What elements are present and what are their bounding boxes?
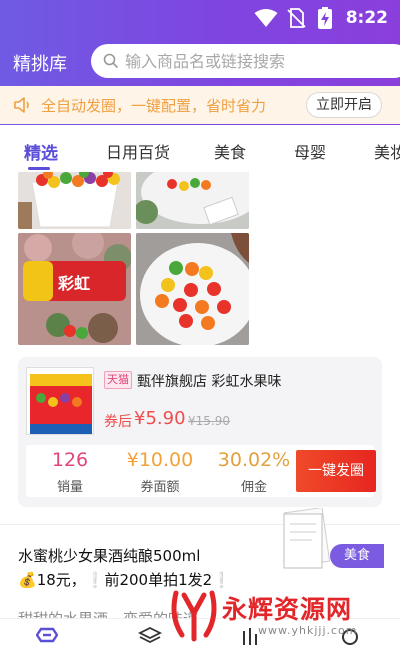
- watermark-text: 永辉资源网: [222, 595, 353, 624]
- post-price: 18元，: [36, 571, 86, 589]
- product-photo[interactable]: [18, 172, 131, 229]
- one-click-share-button[interactable]: 一键发圈: [296, 450, 376, 492]
- battery-charging-icon: [318, 7, 332, 33]
- product-title: 甄伴旗舰店 彩虹水果味: [137, 374, 282, 390]
- commission-label: 佣金: [240, 480, 267, 495]
- sales-count: 126: [51, 449, 89, 471]
- sales-label: 销量: [56, 480, 83, 495]
- product-photo[interactable]: [136, 172, 249, 229]
- product-photo[interactable]: 彩虹: [18, 233, 131, 345]
- header: 精挑库: [0, 40, 400, 84]
- home-nav-icon[interactable]: [35, 627, 59, 647]
- watermark-url: www.yhkjjj.com: [258, 624, 358, 637]
- coupon-price-label: 券后: [104, 414, 132, 430]
- layers-nav-icon[interactable]: [137, 626, 163, 647]
- notice-text: 全自动发圈，一键配置，省时省力: [41, 97, 267, 115]
- post-title: 水蜜桃少女果酒纯酿500ml: [18, 547, 201, 565]
- svg-text:彩虹: 彩虹: [57, 274, 90, 293]
- notice-banner: 全自动发圈，一键配置，省时省力 立即开启: [0, 86, 400, 124]
- watermark-logo: [168, 587, 220, 647]
- search-input[interactable]: [125, 49, 395, 73]
- category-badge: 美食: [330, 544, 384, 568]
- original-price: ¥15.90: [188, 414, 230, 428]
- wifi-icon: [254, 8, 278, 32]
- tab-food[interactable]: 美食: [214, 139, 246, 163]
- search-icon: [103, 53, 119, 73]
- speaker-icon: [13, 96, 33, 118]
- active-tab-indicator: [28, 167, 50, 170]
- product-card[interactable]: 天猫 甄伴旗舰店 彩虹水果味 券后 ¥5.90 ¥15.90 126 销量 ¥1…: [18, 357, 382, 507]
- commission-rate: 30.02%: [217, 449, 291, 471]
- product-stats: 126 销量 ¥10.00 券面额 30.02% 佣金 一键发圈: [26, 445, 376, 497]
- divider: [0, 524, 400, 525]
- no-sim-icon: [286, 8, 306, 32]
- app-title: 精挑库: [13, 54, 67, 75]
- platform-badge: 天猫: [104, 371, 132, 389]
- coupon-value: ¥10.00: [126, 449, 194, 471]
- coupon-price: ¥5.90: [134, 408, 186, 429]
- tab-baby[interactable]: 母婴: [294, 139, 326, 163]
- category-tabs: 精选 日用百货 美食 母婴 美妆: [0, 126, 400, 172]
- stats-nav-icon[interactable]: [240, 627, 260, 647]
- tab-daily-goods[interactable]: 日用百货: [106, 139, 170, 163]
- document-image: [282, 507, 331, 570]
- search-bar[interactable]: [91, 44, 400, 78]
- clock: 8:22: [345, 8, 388, 28]
- money-bag-icon: 💰: [18, 571, 37, 589]
- product-photo[interactable]: [136, 233, 249, 345]
- tab-featured[interactable]: 精选: [24, 139, 58, 164]
- status-bar: 8:22: [0, 0, 400, 36]
- exclamation-icon: ❕: [85, 571, 105, 589]
- coupon-value-label: 券面额: [140, 480, 180, 495]
- tab-beauty[interactable]: 美妆: [374, 139, 400, 163]
- product-thumbnail[interactable]: [26, 367, 94, 435]
- enable-now-button[interactable]: 立即开启: [306, 92, 382, 118]
